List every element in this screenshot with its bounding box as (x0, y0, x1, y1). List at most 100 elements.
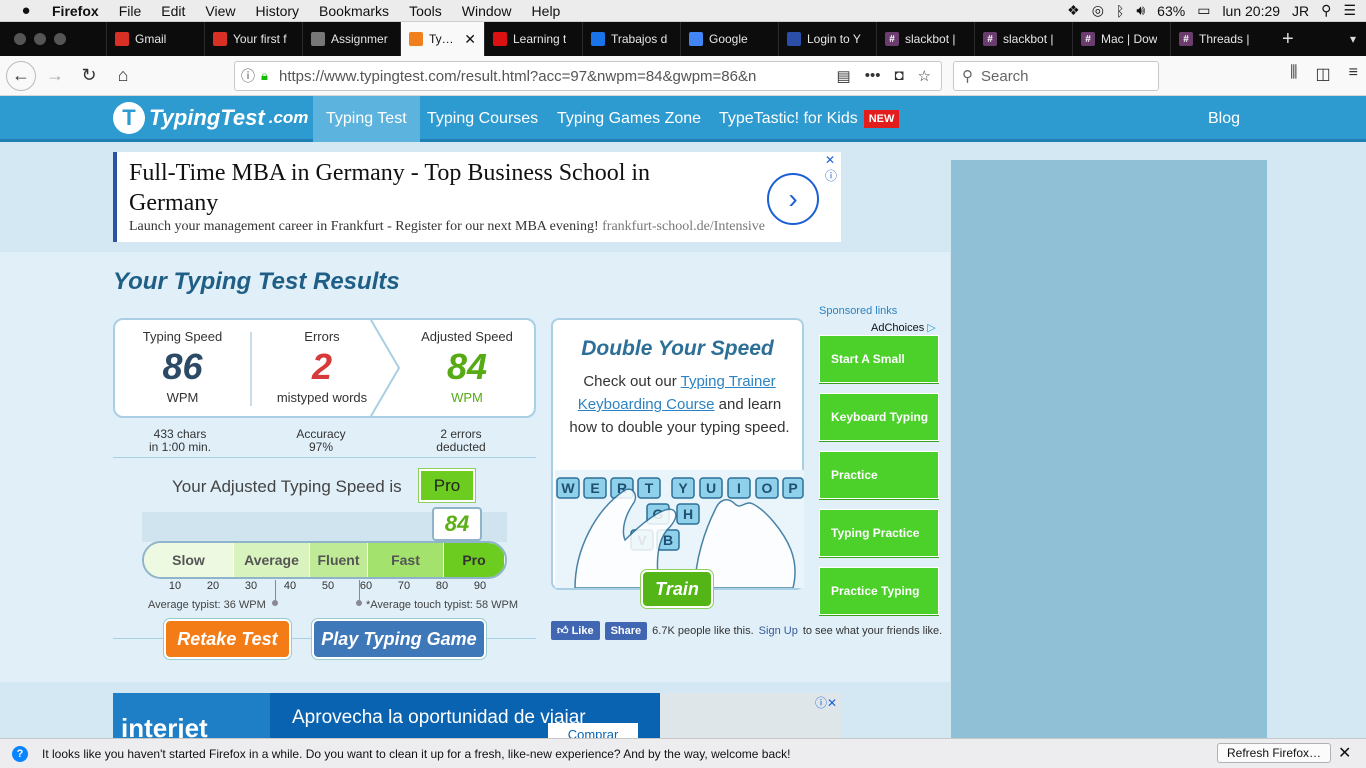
back-button[interactable]: ← (6, 60, 36, 91)
ad-close-icon[interactable]: ✕ ⓘ (825, 153, 837, 184)
nav-typing-courses[interactable]: Typing Courses (414, 96, 551, 142)
volume-icon[interactable]: 🔊︎ (1136, 2, 1145, 19)
new-tab-button[interactable]: + (1268, 28, 1308, 51)
sponsored-link[interactable]: Practice Typing (819, 567, 939, 615)
site-logo[interactable]: T TypingTest .com (113, 102, 308, 134)
question-icon: ? (12, 745, 28, 762)
clock[interactable]: lun 20:29 (1222, 3, 1280, 19)
home-button[interactable]: ⌂ (108, 61, 138, 91)
nav-typetastic[interactable]: TypeTastic! for Kids NEW (706, 96, 912, 142)
dropbox-icon[interactable]: ❖ (1067, 2, 1080, 19)
sidebar-icon[interactable]: ◫ (1316, 64, 1331, 84)
sync-icon[interactable]: ◎ (1092, 2, 1104, 19)
retake-test-button[interactable]: Retake Test (164, 619, 291, 659)
level-badge: Pro (418, 468, 476, 503)
tab-0[interactable]: Gmail (106, 22, 204, 56)
nav-blog[interactable]: Blog (1195, 96, 1253, 142)
notification-bar: ? It looks like you haven't started Fire… (0, 738, 1366, 768)
nav-typing-test[interactable]: Typing Test (313, 96, 420, 142)
menu-edit[interactable]: Edit (151, 3, 195, 19)
tab-1[interactable]: Your first f (204, 22, 302, 56)
menu-view[interactable]: View (195, 3, 245, 19)
sponsored-link[interactable]: Practice (819, 451, 939, 499)
tab-10[interactable]: # Mac | Dow (1072, 22, 1170, 56)
ad-arrow-icon[interactable]: › (767, 173, 819, 225)
library-icon[interactable]: ⫼ (1290, 64, 1297, 84)
sponsored-link[interactable]: Start A Small (819, 335, 939, 383)
close-notification-icon[interactable]: ✕ (1338, 743, 1351, 763)
nav-typing-games[interactable]: Typing Games Zone (544, 96, 714, 142)
battery-icon[interactable]: ▭ (1197, 2, 1210, 19)
window-controls (0, 33, 106, 45)
tab-overflow-icon[interactable]: ▾ (1350, 32, 1366, 46)
apple-icon[interactable]: ● (0, 2, 52, 19)
reload-button[interactable]: ↻ (74, 61, 104, 91)
ad-subline[interactable]: Launch your management career in Frankfu… (129, 219, 765, 235)
fb-share-button[interactable]: Share (604, 621, 648, 640)
fb-like-label[interactable]: Like (572, 625, 594, 637)
menu-help[interactable]: Help (522, 3, 571, 19)
results-title: Your Typing Test Results (113, 268, 400, 295)
bookmark-star-icon[interactable]: ☆ (918, 67, 931, 85)
adchoices-link[interactable]: AdChoices ▷ (871, 321, 936, 334)
refresh-firefox-button[interactable]: Refresh Firefox… (1217, 743, 1331, 763)
menu-window[interactable]: Window (452, 3, 522, 19)
bottom-ad-cta[interactable]: Comprar (548, 723, 638, 738)
bluetooth-icon[interactable]: ᛒ (1116, 3, 1124, 19)
page-actions-icon[interactable]: ••• (865, 67, 881, 85)
tab-3[interactable]: Typing ✕ (400, 22, 484, 56)
top-banner-ad[interactable]: Full-Time MBA in Germany - Top Business … (113, 152, 841, 242)
blue-icon (591, 32, 605, 46)
close-tab-icon[interactable]: ✕ (464, 31, 476, 48)
menu-file[interactable]: File (109, 3, 152, 19)
forward-button[interactable]: → (40, 61, 70, 91)
close-window-button[interactable] (14, 33, 26, 45)
user-name[interactable]: JR (1292, 3, 1309, 19)
fb-signup-link[interactable]: Sign Up (759, 625, 798, 637)
tab-5[interactable]: Trabajos d (582, 22, 680, 56)
minimize-window-button[interactable] (34, 33, 46, 45)
sponsored-link[interactable]: Typing Practice (819, 509, 939, 557)
pocket-icon[interactable]: ◘ (894, 67, 903, 85)
adchoices-text[interactable]: AdChoices (871, 322, 924, 334)
url-bar[interactable]: ⓘ 🔒︎ https://www.typingtest.com/result.h… (234, 61, 942, 91)
avg-marker-dot (272, 600, 278, 606)
ad-headline[interactable]: Full-Time MBA in Germany - Top Business … (129, 158, 729, 218)
menu-tools[interactable]: Tools (399, 3, 452, 19)
nav-typetastic-label[interactable]: TypeTastic! for Kids (719, 110, 858, 128)
adchoices-icon[interactable]: ▷ (927, 322, 935, 334)
bottom-banner-ad[interactable]: interjet Aprovecha la oportunidad de via… (113, 693, 841, 738)
tab-8[interactable]: # slackbot | (876, 22, 974, 56)
bottom-ad-photo[interactable] (660, 693, 841, 738)
search-bar[interactable]: ⚲ Search (953, 61, 1159, 91)
zoom-window-button[interactable] (54, 33, 66, 45)
key-h: H (683, 506, 693, 522)
spotlight-icon[interactable]: ⚲ (1321, 2, 1331, 19)
tab-7[interactable]: Login to Y (778, 22, 876, 56)
tab-2[interactable]: Assignmer (302, 22, 400, 56)
gauge-tick: 80 (435, 580, 449, 592)
reader-view-icon[interactable]: ▤ (837, 67, 851, 85)
sponsored-link[interactable]: Keyboard Typing (819, 393, 939, 441)
tab-strip: Gmail Your first f Assignmer Typing ✕ Learnin… (0, 22, 1366, 56)
lock-icon[interactable]: 🔒︎ (261, 68, 279, 84)
gauge-pro: Pro (444, 543, 505, 577)
notification-center-icon[interactable]: ☰ (1343, 2, 1356, 19)
train-button[interactable]: Train (641, 570, 713, 608)
tab-9[interactable]: # slackbot | (974, 22, 1072, 56)
typingtest-logo-icon: T (113, 102, 145, 134)
bottom-ad-close-icon[interactable]: ⓘ✕ (815, 694, 837, 711)
menu-app-name[interactable]: Firefox (52, 3, 109, 19)
battery-percent[interactable]: 63% (1157, 3, 1185, 19)
menu-history[interactable]: History (245, 3, 309, 19)
url-text[interactable]: https://www.typingtest.com/result.html?a… (279, 68, 827, 85)
tab-4[interactable]: Learning t (484, 22, 582, 56)
tab-11[interactable]: # Threads | (1170, 22, 1268, 56)
fb-like-button[interactable]: 👍︎ Like (551, 621, 600, 640)
hamburger-menu-icon[interactable]: ≡ (1349, 64, 1358, 84)
play-typing-game-button[interactable]: Play Typing Game (312, 619, 486, 659)
menu-bookmarks[interactable]: Bookmarks (309, 3, 399, 19)
bottom-ad-brand[interactable]: interjet (113, 693, 270, 738)
site-info-icon[interactable]: ⓘ (235, 66, 261, 86)
tab-6[interactable]: Google (680, 22, 778, 56)
